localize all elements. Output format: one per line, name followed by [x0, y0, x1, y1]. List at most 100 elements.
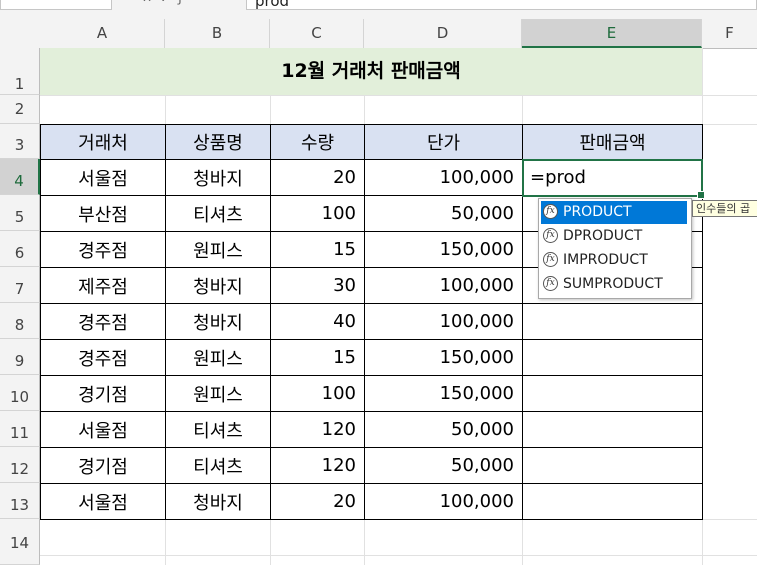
cell-product[interactable]: 원피스	[165, 339, 271, 376]
cell-product[interactable]: 청바지	[165, 483, 271, 520]
active-cell-e4[interactable]: =prod	[522, 159, 705, 199]
cell-quantity[interactable]: 15	[270, 339, 365, 376]
cell-edit-text[interactable]: =prod	[530, 167, 586, 188]
cell-unit-price[interactable]: 50,000	[364, 411, 523, 448]
fill-handle[interactable]	[697, 191, 705, 199]
cell-product[interactable]: 원피스	[165, 231, 271, 268]
function-tooltip: 인수들의 곱	[692, 200, 757, 217]
enter-icon[interactable]: ✓	[160, 0, 178, 5]
column-header-b[interactable]: B	[165, 19, 270, 48]
column-header-c[interactable]: C	[270, 19, 364, 48]
name-box[interactable]: ▾	[0, 0, 112, 10]
autocomplete-item-label: SUMPRODUCT	[563, 276, 663, 292]
cell-store[interactable]: 서울점	[40, 483, 166, 520]
row-header-10[interactable]: 10	[0, 375, 40, 411]
cell-product[interactable]: 원피스	[165, 375, 271, 412]
table-row: 경주점 청바지 40 100,000	[40, 303, 703, 340]
cell-quantity[interactable]: 20	[270, 159, 365, 196]
cell-unit-price[interactable]: 50,000	[364, 447, 523, 484]
autocomplete-item-sumproduct[interactable]: fx SUMPRODUCT	[541, 273, 687, 296]
row-header-1[interactable]: 1	[0, 48, 40, 95]
column-header-d[interactable]: D	[364, 19, 522, 48]
autocomplete-item-label: DPRODUCT	[563, 228, 643, 244]
cell-unit-price[interactable]: 100,000	[364, 267, 523, 304]
cell-unit-price[interactable]: 150,000	[364, 375, 523, 412]
row-header-3[interactable]: 3	[0, 124, 40, 159]
header-store[interactable]: 거래처	[40, 124, 166, 160]
gridline	[40, 555, 757, 556]
cell-store[interactable]: 경주점	[40, 303, 166, 340]
cell-store[interactable]: 서울점	[40, 411, 166, 448]
cell-quantity[interactable]: 20	[270, 483, 365, 520]
cell-unit-price[interactable]: 150,000	[364, 339, 523, 376]
cell-store[interactable]: 경기점	[40, 375, 166, 412]
column-header-f[interactable]: F	[702, 19, 757, 48]
cell-quantity[interactable]: 120	[270, 447, 365, 484]
cell-product[interactable]: 청바지	[165, 303, 271, 340]
header-sales-amount[interactable]: 판매금액	[522, 124, 703, 160]
row-header-2[interactable]: 2	[0, 95, 40, 124]
cell-unit-price[interactable]: 150,000	[364, 231, 523, 268]
cell-product[interactable]: 티셔츠	[165, 195, 271, 232]
cell-product[interactable]: 티셔츠	[165, 447, 271, 484]
cell-quantity[interactable]: 15	[270, 231, 365, 268]
cell-quantity[interactable]: 100	[270, 375, 365, 412]
row-header-13[interactable]: 13	[0, 483, 40, 519]
cell-store[interactable]: 경주점	[40, 339, 166, 376]
gridline	[40, 95, 757, 96]
column-header-a[interactable]: A	[40, 19, 165, 48]
header-unit-price[interactable]: 단가	[364, 124, 523, 160]
header-quantity[interactable]: 수량	[270, 124, 365, 160]
sheet-title[interactable]: 12월 거래처 판매금액	[40, 48, 702, 95]
function-icon: fx	[543, 204, 558, 219]
autocomplete-item-dproduct[interactable]: fx DPRODUCT	[541, 225, 687, 248]
cell-quantity[interactable]: 120	[270, 411, 365, 448]
autocomplete-item-improduct[interactable]: fx IMPRODUCT	[541, 249, 687, 272]
formula-input[interactable]: prod	[246, 0, 757, 10]
header-product[interactable]: 상품명	[165, 124, 271, 160]
cell-quantity[interactable]: 30	[270, 267, 365, 304]
function-autocomplete-list: fx PRODUCT fx DPRODUCT fx IMPRODUCT fx S…	[538, 198, 692, 299]
cell-unit-price[interactable]: 100,000	[364, 303, 523, 340]
cell-product[interactable]: 청바지	[165, 267, 271, 304]
row-header-5[interactable]: 5	[0, 195, 40, 231]
row-header-6[interactable]: 6	[0, 231, 40, 267]
cell-sales-amount[interactable]	[522, 375, 703, 412]
column-header-e[interactable]: E	[522, 19, 702, 48]
cell-unit-price[interactable]: 50,000	[364, 195, 523, 232]
cell-product[interactable]: 청바지	[165, 159, 271, 196]
cell-store[interactable]: 경기점	[40, 447, 166, 484]
formula-bar-icons: ✕✓ƒ	[142, 0, 190, 5]
row-header-9[interactable]: 9	[0, 339, 40, 375]
cell-unit-price[interactable]: 100,000	[364, 159, 523, 196]
row-header-4[interactable]: 4	[0, 159, 40, 195]
cell-sales-amount[interactable]	[522, 303, 703, 340]
function-icon[interactable]: ƒ	[178, 0, 190, 5]
function-icon: fx	[543, 252, 558, 267]
cell-store[interactable]: 서울점	[40, 159, 166, 196]
row-header-11[interactable]: 11	[0, 411, 40, 447]
table-row: 경기점 원피스 100 150,000	[40, 375, 703, 412]
function-icon: fx	[543, 276, 558, 291]
cell-product[interactable]: 티셔츠	[165, 411, 271, 448]
row-header-14[interactable]: 14	[0, 519, 40, 565]
cell-store[interactable]: 부산점	[40, 195, 166, 232]
cell-unit-price[interactable]: 100,000	[364, 483, 523, 520]
cell-sales-amount[interactable]	[522, 339, 703, 376]
cell-quantity[interactable]: 40	[270, 303, 365, 340]
cell-sales-amount[interactable]	[522, 447, 703, 484]
header-row: 거래처 상품명 수량 단가 판매금액	[40, 124, 703, 160]
cell-store[interactable]: 제주점	[40, 267, 166, 304]
cell-sales-amount[interactable]	[522, 483, 703, 520]
cancel-icon[interactable]: ✕	[142, 0, 160, 5]
cell-quantity[interactable]: 100	[270, 195, 365, 232]
table-row: 경주점 원피스 15 150,000	[40, 339, 703, 376]
cell-store[interactable]: 경주점	[40, 231, 166, 268]
column-header-row: A B C D E F	[0, 19, 757, 49]
row-header-8[interactable]: 8	[0, 303, 40, 339]
autocomplete-item-product[interactable]: fx PRODUCT	[541, 201, 687, 224]
row-header-7[interactable]: 7	[0, 267, 40, 303]
table-row: 서울점 티셔츠 120 50,000	[40, 411, 703, 448]
cell-sales-amount[interactable]	[522, 411, 703, 448]
row-header-12[interactable]: 12	[0, 447, 40, 483]
